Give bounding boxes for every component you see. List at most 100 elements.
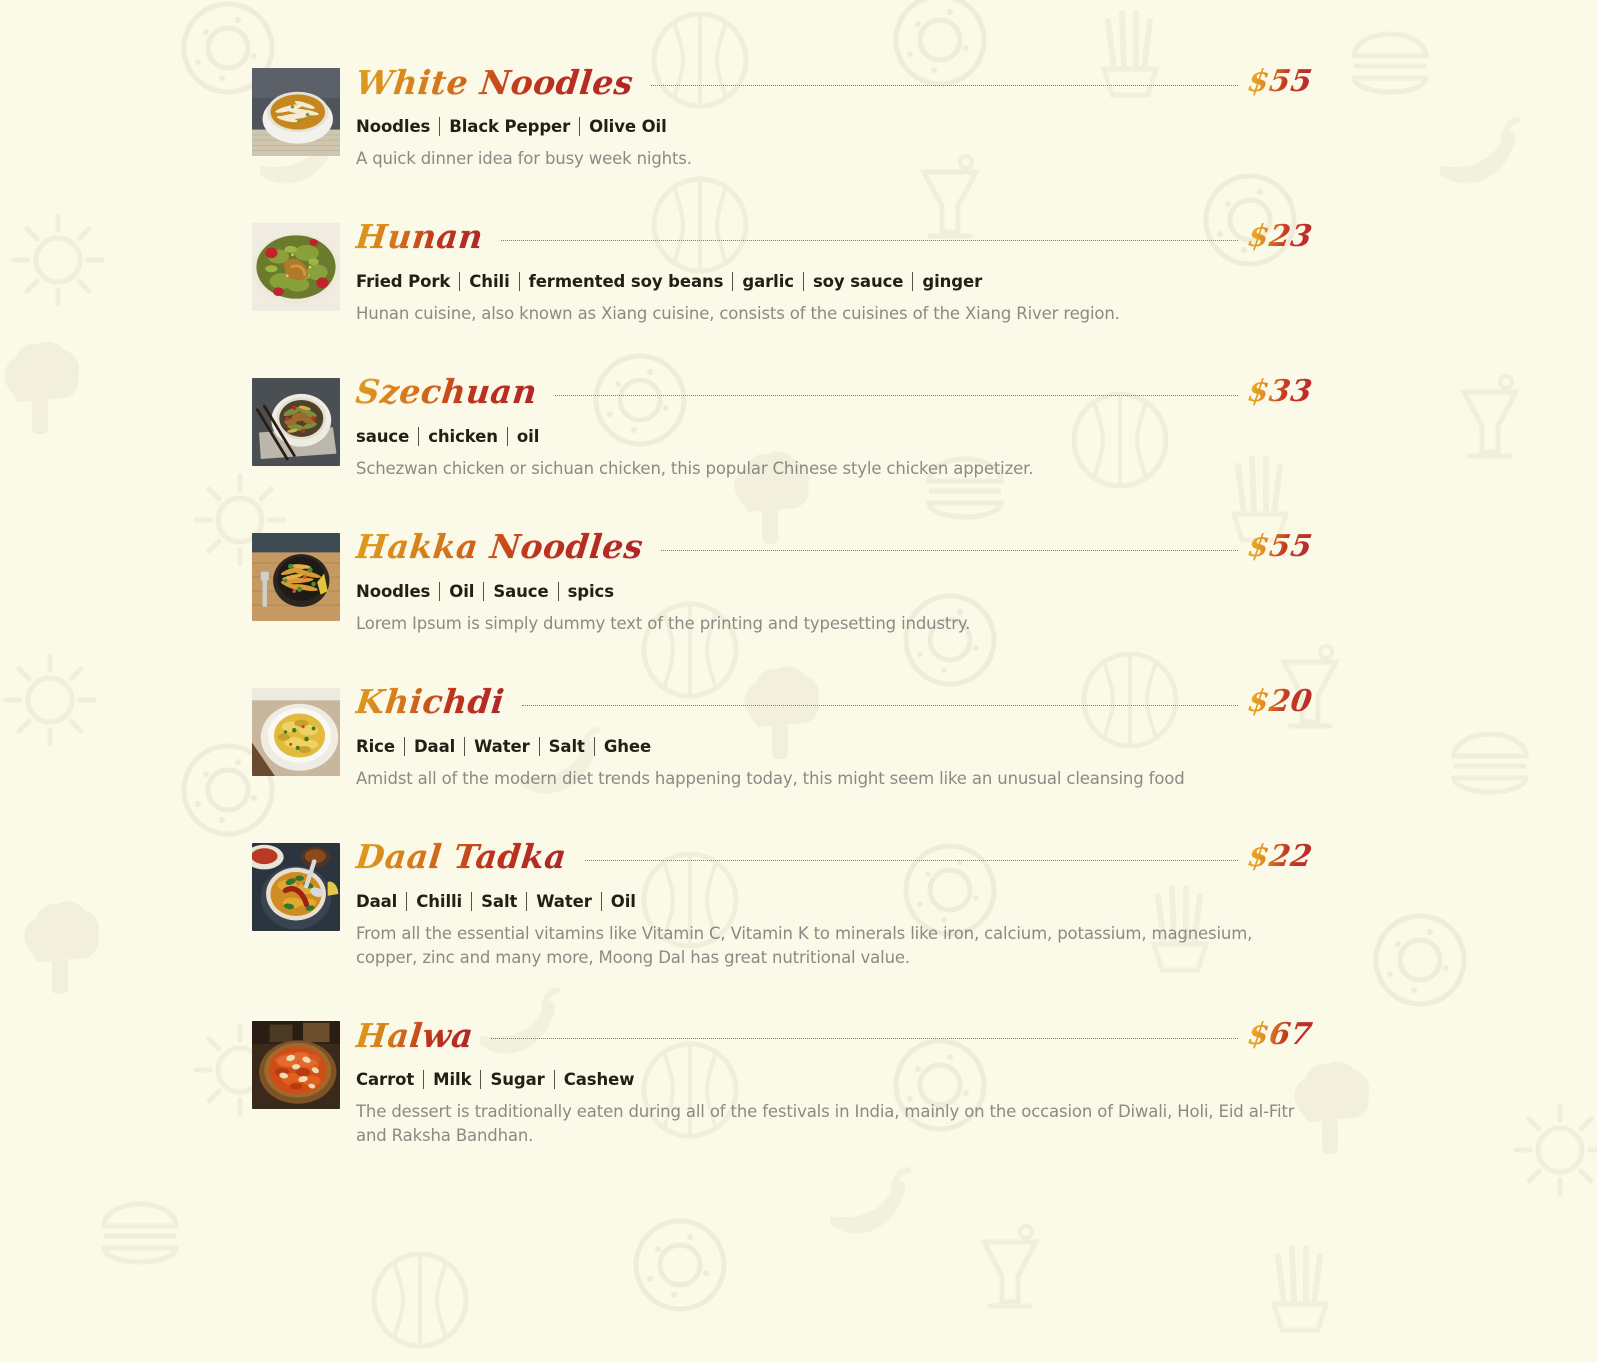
dish-details: Szechuan $33 sauce chicken oil Schezwan … [354, 366, 1315, 481]
ingredient-separator [557, 581, 559, 601]
dish-ingredients: Noodles Oil Sauce spics [356, 581, 1312, 601]
ingredient: Fried Pork [356, 271, 451, 291]
dish-title-row: Daal Tadka $22 [354, 831, 1315, 883]
ingredient: ginger [922, 271, 983, 291]
dish-name: Daal Tadka [354, 837, 572, 876]
ingredient: soy sauce [812, 271, 904, 291]
ingredient: Milk [433, 1070, 472, 1090]
dotted-leader [501, 239, 1238, 241]
ingredient: Carrot [356, 1070, 415, 1090]
dish-description: Amidst all of the modern diet trends hap… [356, 768, 1185, 788]
ingredient-separator [538, 736, 540, 756]
ingredient-separator [579, 117, 581, 136]
ingredient-separator [553, 1070, 555, 1090]
ingredient: Daal [413, 736, 456, 756]
dish-title-row: Hunan $23 [354, 211, 1315, 263]
ingredient: Black Pepper [449, 117, 571, 136]
ingredient: Sauce [493, 581, 549, 601]
dish-title-row: Hakka Noodles $55 [354, 521, 1315, 573]
dish-price: $23 [1245, 218, 1315, 254]
ingredient: Sugar [490, 1070, 545, 1090]
dish-description: Schezwan chicken or sichuan chicken, thi… [356, 458, 1034, 478]
dish-thumbnail-khichdi [252, 687, 340, 776]
dish-price: $55 [1245, 64, 1315, 99]
ingredient: Chili [469, 271, 510, 291]
dish-name: Halwa [354, 1016, 479, 1055]
ingredient-separator [600, 891, 602, 911]
ingredient: Noodles [356, 581, 431, 601]
dish-details: Halwa $67 Carrot Milk Sugar Cashew The d… [354, 1009, 1315, 1148]
dish-ingredients: Noodles Black Pepper Olive Oil [356, 117, 1312, 136]
dish-description: Hunan cuisine, also known as Xiang cuisi… [356, 303, 1120, 323]
dish-details: Hunan $23 Fried Pork Chili fermented soy… [354, 211, 1315, 326]
ingredient: Salt [481, 891, 518, 911]
ingredient: Cashew [563, 1070, 635, 1090]
ingredient-separator [802, 271, 804, 291]
dish-details: Hakka Noodles $55 Noodles Oil Sauce spic… [354, 521, 1315, 636]
ingredient: Oil [610, 891, 636, 911]
ingredient: Rice [356, 736, 395, 756]
dish-details: Daal Tadka $22 Daal Chilli Salt Water Oi… [354, 831, 1315, 970]
ingredient: Olive Oil [589, 117, 667, 136]
dish-description: Lorem Ipsum is simply dummy text of the … [356, 613, 971, 633]
ingredient-separator [423, 1070, 425, 1090]
dish-thumbnail-szechuan [252, 377, 340, 466]
ingredient-separator [506, 426, 508, 446]
dish-description: From all the essential vitamins like Vit… [356, 923, 1253, 967]
ingredient-separator [459, 271, 461, 291]
ingredient: Chilli [416, 891, 463, 911]
dish-details: White Noodles $55 Noodles Black Pepper O… [354, 56, 1315, 171]
ingredient: Salt [548, 736, 585, 756]
dish-thumbnail-hakka-noodles [252, 532, 340, 621]
menu-item[interactable]: Hunan $23 Fried Pork Chili fermented soy… [252, 211, 1315, 326]
dotted-leader [522, 704, 1238, 706]
menu-item[interactable]: Hakka Noodles $55 Noodles Oil Sauce spic… [252, 521, 1315, 636]
dish-price: $20 [1245, 683, 1315, 719]
dish-thumbnail-halwa [252, 1021, 340, 1110]
menu-item[interactable]: Daal Tadka $22 Daal Chilli Salt Water Oi… [252, 831, 1315, 970]
menu-item[interactable]: Szechuan $33 sauce chicken oil Schezwan … [252, 366, 1315, 481]
ingredient-separator [912, 271, 914, 291]
ingredient-separator [480, 1070, 482, 1090]
dish-title-row: Szechuan $33 [354, 366, 1315, 418]
dish-title-row: Halwa $67 [354, 1009, 1315, 1061]
ingredient: sauce [356, 426, 410, 446]
menu-item-list: White Noodles $55 Noodles Black Pepper O… [252, 56, 1315, 1148]
ingredient-separator [406, 891, 408, 911]
dish-thumbnail-daal-tadka [252, 842, 340, 931]
ingredient-separator [593, 736, 595, 756]
dish-ingredients: Fried Pork Chili fermented soy beans gar… [356, 271, 1312, 291]
dish-name: Szechuan [354, 372, 542, 411]
dish-description: The dessert is traditionally eaten durin… [356, 1102, 1295, 1146]
ingredient-separator [403, 736, 405, 756]
ingredient-separator [471, 891, 473, 911]
dish-thumbnail-white-noodles [252, 68, 340, 156]
menu-item[interactable]: White Noodles $55 Noodles Black Pepper O… [252, 56, 1315, 171]
dish-thumbnail-hunan [252, 222, 340, 311]
ingredient-separator [418, 426, 420, 446]
dish-ingredients: sauce chicken oil [356, 426, 1312, 446]
dish-description: A quick dinner idea for busy week nights… [356, 149, 692, 168]
ingredient: Water [536, 891, 592, 911]
dish-details: Khichdi $20 Rice Daal Water Salt Ghee Am… [354, 676, 1315, 791]
ingredient-separator [464, 736, 466, 756]
dotted-leader [491, 1037, 1238, 1040]
ingredient: Oil [449, 581, 475, 601]
ingredient: Water [474, 736, 530, 756]
dish-ingredients: Daal Chilli Salt Water Oil [356, 891, 1312, 911]
ingredient: oil [516, 426, 540, 446]
menu-item[interactable]: Halwa $67 Carrot Milk Sugar Cashew The d… [252, 1009, 1315, 1148]
ingredient: garlic [742, 271, 794, 291]
ingredient: fermented soy beans [528, 271, 724, 291]
ingredient: chicken [428, 426, 498, 446]
dish-title-row: Khichdi $20 [354, 676, 1315, 728]
ingredient-separator [526, 891, 528, 911]
ingredient: Noodles [356, 117, 431, 136]
dish-price: $22 [1245, 838, 1315, 874]
dish-ingredients: Carrot Milk Sugar Cashew [356, 1070, 1312, 1090]
menu-item[interactable]: Khichdi $20 Rice Daal Water Salt Ghee Am… [252, 676, 1315, 791]
ingredient: spics [567, 581, 614, 601]
ingredient-separator [439, 581, 441, 601]
dish-price: $67 [1245, 1017, 1315, 1053]
dotted-leader [584, 859, 1238, 861]
